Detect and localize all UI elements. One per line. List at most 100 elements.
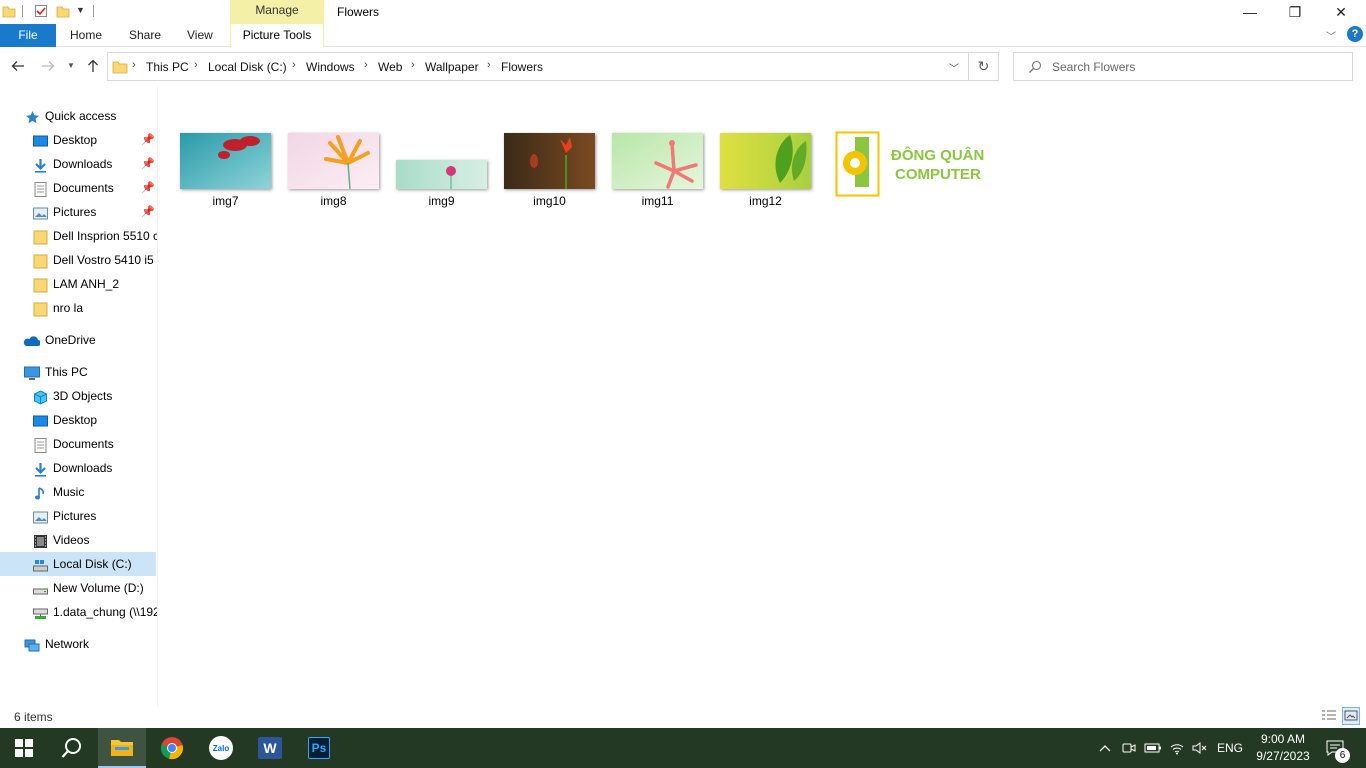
photoshop-taskbar-button[interactable]: Ps <box>295 728 343 768</box>
file-thumbnail[interactable] <box>720 133 811 189</box>
pin-icon[interactable]: 📌 <box>141 152 155 176</box>
nav-pc-new-volume[interactable]: New Volume (D:) <box>0 576 157 600</box>
file-thumbnail[interactable] <box>612 133 703 189</box>
breadcrumb-separator-icon[interactable]: › <box>292 59 296 71</box>
nav-qa-pictures[interactable]: Pictures 📌 <box>0 200 157 224</box>
folder-icon <box>33 253 48 269</box>
navigation-pane: Quick access Desktop 📌 Downloads 📌 Docum… <box>0 87 157 707</box>
nav-pc-pictures[interactable]: Pictures <box>0 504 157 528</box>
help-icon[interactable]: ? <box>1347 26 1363 42</box>
pane-divider[interactable] <box>157 87 158 707</box>
folder-icon[interactable] <box>2 4 16 18</box>
manage-contextual-tab[interactable]: Manage <box>230 0 324 24</box>
tab-view[interactable]: View <box>187 24 213 47</box>
nav-qa-folder[interactable]: Dell Insprion 5510 c <box>0 224 157 248</box>
nav-pc-3d-objects[interactable]: 3D Objects <box>0 384 157 408</box>
tab-file[interactable]: File <box>0 24 56 47</box>
breadcrumb-web[interactable]: Web <box>378 60 402 74</box>
nav-pc-downloads[interactable]: Downloads <box>0 456 157 480</box>
file-name[interactable]: img11 <box>612 194 703 208</box>
nav-qa-desktop[interactable]: Desktop 📌 <box>0 128 157 152</box>
battery-icon[interactable] <box>1143 728 1163 768</box>
word-taskbar-button[interactable]: W <box>246 728 294 768</box>
close-button[interactable]: ✕ <box>1318 0 1364 24</box>
breadcrumb-wallpaper[interactable]: Wallpaper <box>425 60 479 74</box>
nav-onedrive[interactable]: OneDrive <box>0 328 157 352</box>
details-view-button[interactable] <box>1320 707 1338 725</box>
nav-pc-documents[interactable]: Documents <box>0 432 157 456</box>
customize-toolbar-chevron-icon[interactable]: ▼ <box>76 5 85 15</box>
zalo-taskbar-button[interactable]: Zalo <box>197 728 245 768</box>
nav-pc-local-disk[interactable]: Local Disk (C:) <box>0 552 156 576</box>
file-thumbnail[interactable] <box>288 133 379 189</box>
file-thumbnail[interactable] <box>396 160 487 189</box>
show-hidden-icons-chevron-icon[interactable] <box>1096 728 1114 768</box>
file-name[interactable]: img9 <box>396 194 487 208</box>
nav-qa-folder[interactable]: LAM ANH_2 <box>0 272 157 296</box>
back-arrow-icon[interactable] <box>11 59 25 76</box>
file-name[interactable]: img10 <box>504 194 595 208</box>
properties-icon[interactable] <box>34 4 48 18</box>
pin-icon[interactable]: 📌 <box>141 176 155 200</box>
nav-qa-folder[interactable]: nro la <box>0 296 157 320</box>
file-name[interactable]: img8 <box>288 194 379 208</box>
wifi-icon[interactable] <box>1168 728 1186 768</box>
nav-quick-access[interactable]: Quick access <box>0 104 157 128</box>
file-thumbnail[interactable] <box>180 133 271 189</box>
address-history-chevron-icon[interactable]: ﹀ <box>949 60 959 75</box>
start-button[interactable] <box>0 728 48 768</box>
ribbon-tabs: File Home Share View Picture Tools ﹀ ? <box>0 24 1366 47</box>
nav-label: New Volume (D:) <box>53 581 144 595</box>
nav-pc-desktop[interactable]: Desktop <box>0 408 157 432</box>
pin-icon[interactable]: 📌 <box>141 200 155 224</box>
photoshop-icon: Ps <box>308 737 330 759</box>
search-button[interactable] <box>48 728 96 768</box>
tab-picture-tools[interactable]: Picture Tools <box>230 24 324 47</box>
breadcrumb-separator-icon[interactable]: › <box>194 59 198 71</box>
file-name[interactable]: img12 <box>720 194 811 208</box>
notifications-button[interactable]: 6 <box>1318 728 1352 768</box>
tab-home[interactable]: Home <box>70 24 102 47</box>
expand-ribbon-chevron-icon[interactable]: ﹀ <box>1326 28 1336 43</box>
refresh-button[interactable]: ↻ <box>969 52 999 81</box>
nav-qa-downloads[interactable]: Downloads 📌 <box>0 152 157 176</box>
large-icons-view-button[interactable] <box>1342 707 1360 725</box>
breadcrumb-local-disk[interactable]: Local Disk (C:) <box>208 60 287 74</box>
breadcrumb-flowers[interactable]: Flowers <box>501 60 543 74</box>
meet-now-icon[interactable] <box>1120 728 1138 768</box>
up-arrow-icon[interactable] <box>86 59 100 76</box>
breadcrumb-separator-icon[interactable]: › <box>411 59 415 71</box>
search-box[interactable] <box>1013 52 1353 81</box>
network-icon <box>24 637 40 652</box>
tab-share[interactable]: Share <box>129 24 161 47</box>
nav-network[interactable]: Network <box>0 632 157 656</box>
breadcrumb-windows[interactable]: Windows <box>306 60 355 74</box>
search-input[interactable] <box>1052 59 1342 75</box>
breadcrumb-separator-icon[interactable]: › <box>364 59 368 71</box>
clock[interactable]: 9:00 AM 9/27/2023 <box>1252 728 1314 768</box>
breadcrumb-separator-icon[interactable]: › <box>487 59 491 71</box>
nav-label: This PC <box>45 365 88 379</box>
nav-pc-network-drive[interactable]: 1.data_chung (\\192 <box>0 600 157 624</box>
breadcrumb-this-pc[interactable]: This PC <box>146 60 189 74</box>
forward-arrow-icon[interactable] <box>41 59 55 76</box>
nav-qa-documents[interactable]: Documents 📌 <box>0 176 157 200</box>
file-explorer-taskbar-button[interactable] <box>98 728 146 768</box>
restore-button[interactable]: ❐ <box>1272 0 1318 24</box>
volume-muted-icon[interactable] <box>1190 728 1210 768</box>
address-bar[interactable]: › This PC › Local Disk (C:) › Windows › … <box>107 52 969 81</box>
recent-locations-chevron-icon[interactable]: ▼ <box>67 61 75 70</box>
file-name[interactable]: img7 <box>180 194 271 208</box>
breadcrumb-separator-icon[interactable]: › <box>132 59 136 71</box>
nav-qa-folder[interactable]: Dell Vostro 5410 i5 <box>0 248 157 272</box>
nav-pc-music[interactable]: Music <box>0 480 157 504</box>
nav-this-pc[interactable]: This PC <box>0 360 157 384</box>
input-language[interactable]: ENG <box>1212 728 1248 768</box>
file-thumbnail[interactable] <box>504 133 595 189</box>
pin-icon[interactable]: 📌 <box>141 128 155 152</box>
nav-pc-videos[interactable]: Videos <box>0 528 157 552</box>
details-view-icon <box>1322 710 1336 720</box>
chrome-taskbar-button[interactable] <box>148 728 196 768</box>
minimize-button[interactable]: — <box>1227 0 1273 24</box>
new-folder-icon[interactable] <box>56 4 70 18</box>
